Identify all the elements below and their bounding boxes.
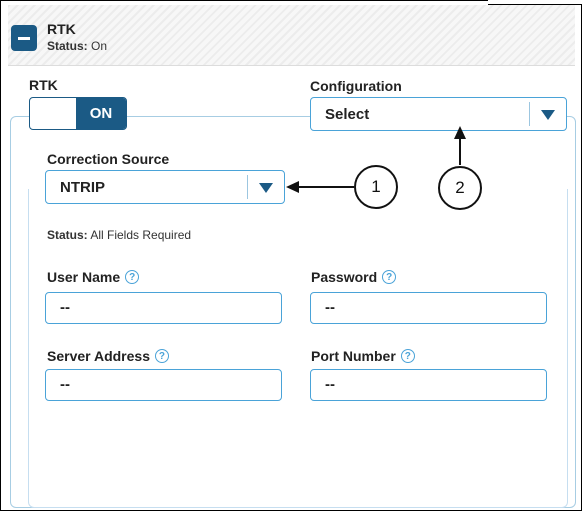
- callout-1-arrowhead: [286, 181, 299, 193]
- callout-2-arrowhead: [454, 126, 466, 139]
- callout-arrows: [286, 126, 466, 193]
- callout-2: 2: [438, 166, 482, 210]
- callout-1: 1: [354, 165, 398, 209]
